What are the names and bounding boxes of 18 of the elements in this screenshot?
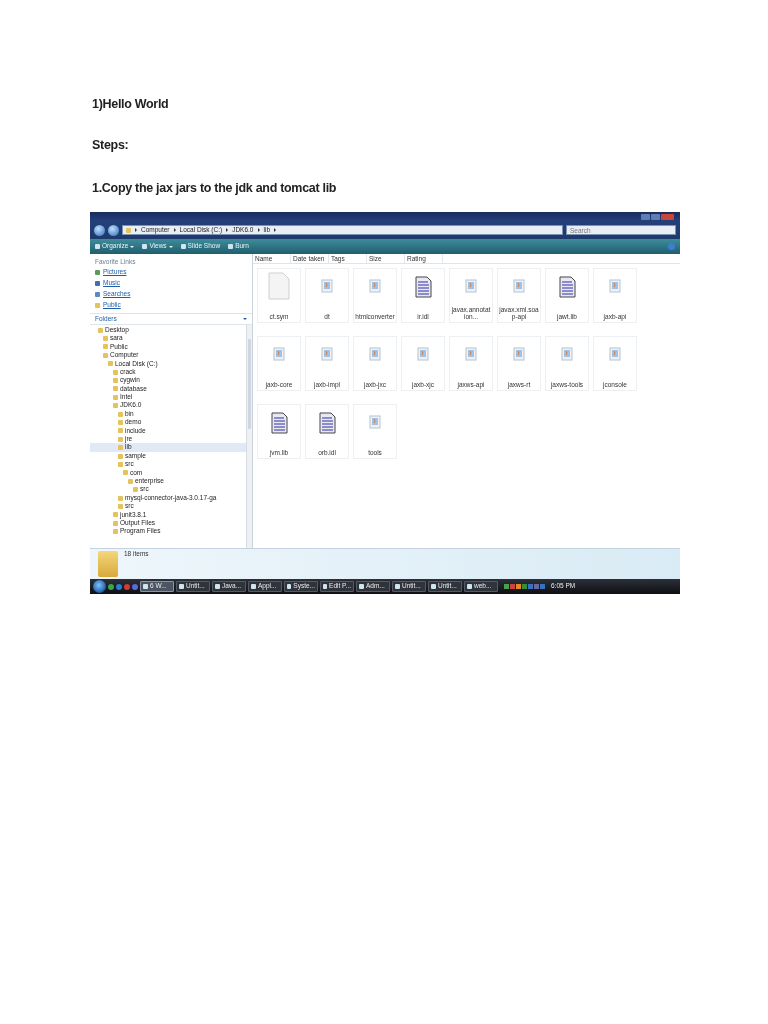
chevron-icon (226, 228, 229, 232)
maximize-button[interactable] (651, 213, 660, 220)
document-heading: 1)Hello World (92, 97, 169, 112)
steps-label: Steps: (92, 138, 129, 153)
minimize-button[interactable] (641, 213, 650, 220)
chevron-icon (243, 317, 247, 320)
forward-button[interactable] (108, 224, 119, 236)
chevron-icon (173, 228, 176, 232)
folder-icon (98, 551, 118, 577)
close-button[interactable] (661, 213, 674, 220)
chevron-icon (257, 228, 260, 232)
blank-file-icon (267, 272, 291, 300)
folder-icon (126, 227, 131, 233)
start-button[interactable] (93, 580, 106, 593)
help-icon[interactable] (668, 243, 675, 250)
scrollbar[interactable] (246, 325, 252, 548)
back-button[interactable] (94, 224, 105, 236)
step-text: 1.Copy the jax jars to the jdk and tomcat lib (92, 181, 337, 196)
